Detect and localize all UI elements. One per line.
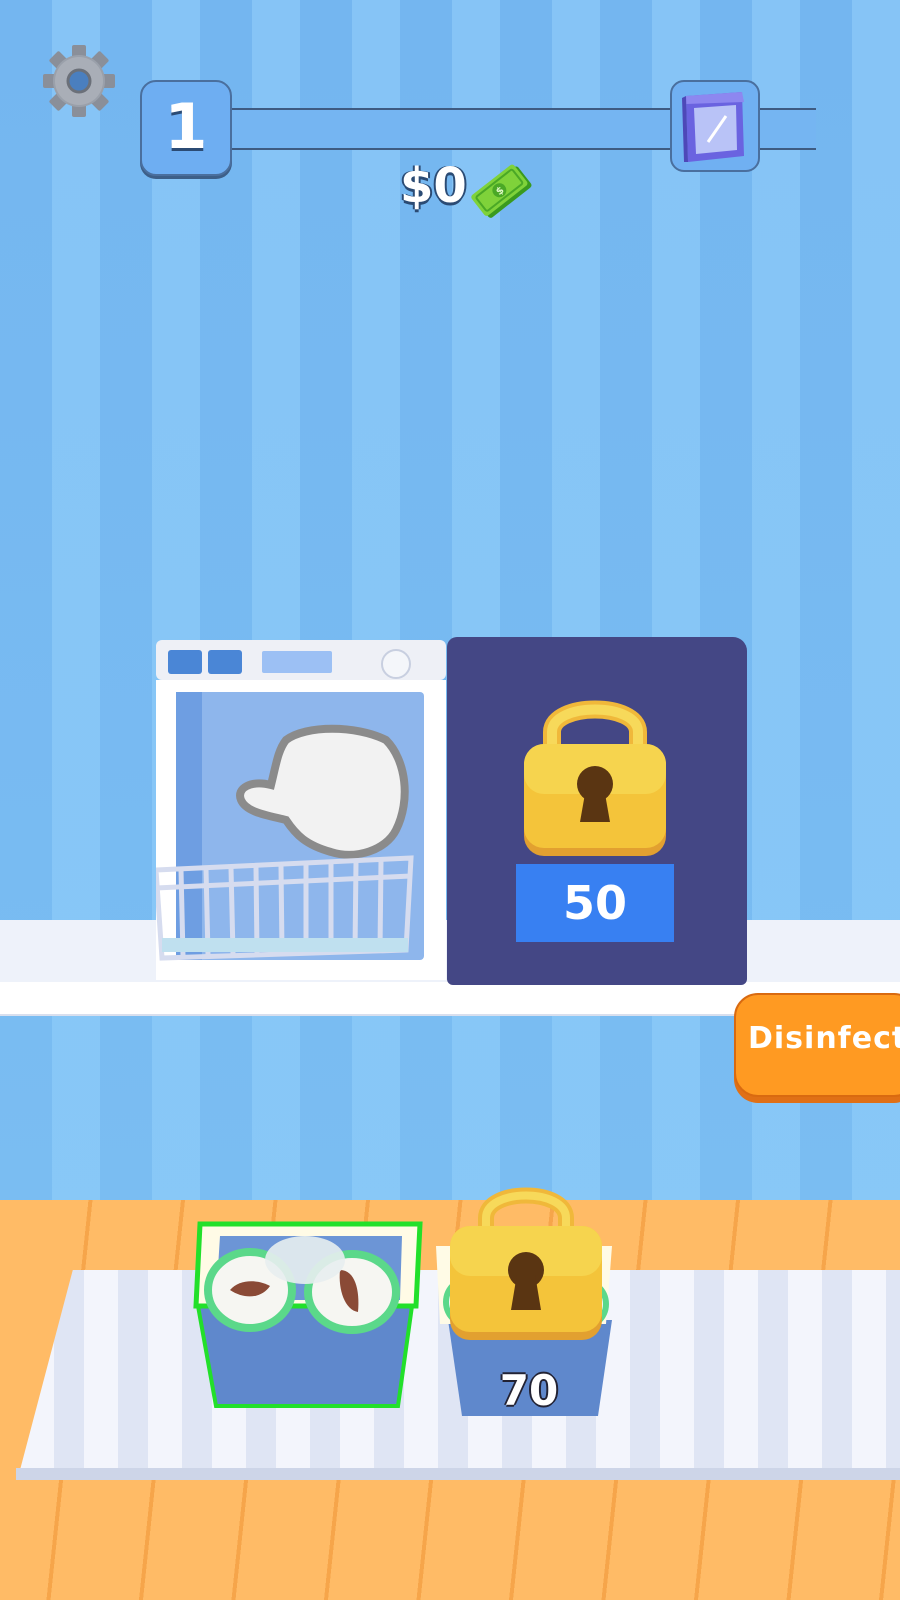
dirty-dish-basket[interactable] [190,1220,430,1420]
panel-button-icon [168,650,202,674]
level-number: 1 [164,90,208,163]
cash-icon: $ [471,164,532,218]
level-badge: 1 [140,80,232,176]
dishwasher-illustration [153,640,446,980]
dishwasher-icon [682,92,744,162]
gear-icon [43,45,115,117]
settings-button[interactable] [40,42,118,120]
disinfect-button[interactable]: Disinfect [734,993,900,1097]
disinfect-label: Disinfect [748,1021,900,1056]
floor-mat-edge [16,1468,900,1480]
money-counter: $0 $ [400,158,540,222]
lock-icon [520,680,670,860]
goal-badge [670,80,760,172]
dishwasher-station[interactable] [153,640,446,1000]
machine-unlock-price: 50 [516,864,674,942]
money-value: $0 [400,158,467,214]
lock-icon [450,1187,602,1340]
basket-unlock-price: 70 [499,1366,559,1415]
